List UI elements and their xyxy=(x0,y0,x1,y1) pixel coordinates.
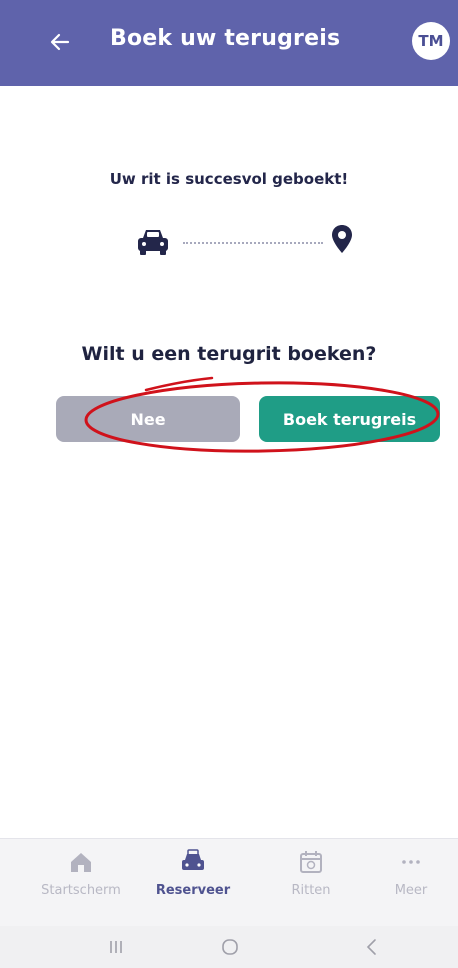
nav-label: Startscherm xyxy=(41,883,121,898)
back-button[interactable] xyxy=(40,22,80,62)
route-dots xyxy=(183,242,323,244)
book-return-button[interactable]: Boek terugreis xyxy=(259,396,440,442)
car-icon xyxy=(138,230,168,255)
nav-label: Meer xyxy=(394,883,428,898)
red-circle-annotation xyxy=(84,376,440,453)
recent-apps-icon xyxy=(110,941,122,953)
system-navigation-bar xyxy=(0,926,458,968)
chevron-left-icon xyxy=(366,939,376,955)
success-message: Uw rit is succesvol geboekt! xyxy=(109,170,349,188)
bottom-navigation: Startscherm Reserveer Ritten Meer xyxy=(0,838,458,927)
page-title: Boek uw terugreis xyxy=(110,26,341,51)
route-indicator xyxy=(135,224,355,260)
avatar[interactable]: TM xyxy=(412,22,450,60)
nav-item-meer[interactable]: Meer xyxy=(356,849,458,898)
calendar-icon xyxy=(300,851,322,873)
nav-label: Reserveer xyxy=(155,883,231,898)
home-icon xyxy=(71,853,91,872)
nav-label: Ritten xyxy=(291,883,331,898)
nav-item-ritten[interactable]: Ritten xyxy=(256,849,366,898)
location-pin-icon xyxy=(332,225,352,253)
home-circle-icon xyxy=(222,939,238,955)
recent-apps-button[interactable] xyxy=(96,932,136,962)
home-system-button[interactable] xyxy=(210,932,250,962)
nav-item-startscherm[interactable]: Startscherm xyxy=(26,849,136,898)
app-header: Boek uw terugreis TM xyxy=(0,0,458,86)
no-button[interactable]: Nee xyxy=(56,396,240,442)
car-booking-icon xyxy=(182,849,204,870)
nav-item-reserveer[interactable]: Reserveer xyxy=(138,849,248,898)
return-trip-question: Wilt u een terugrit boeken? xyxy=(81,343,377,365)
more-icon xyxy=(402,860,420,864)
system-back-button[interactable] xyxy=(352,932,392,962)
arrow-left-icon xyxy=(50,33,70,51)
